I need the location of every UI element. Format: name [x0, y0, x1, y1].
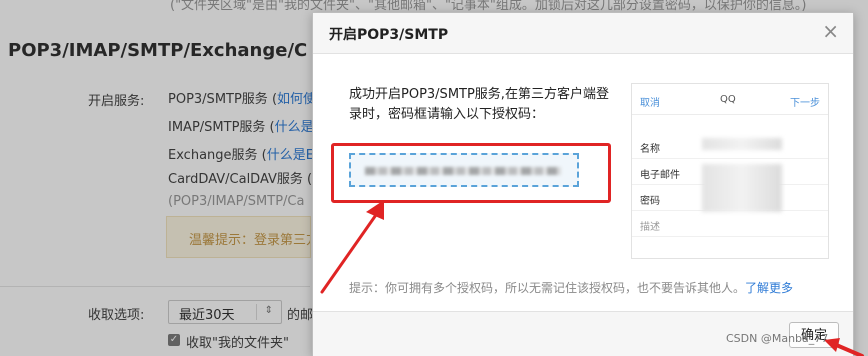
phone-preview-header: 取消 QQ 下一步 — [632, 84, 828, 115]
phone-row-label: 电子邮件 — [640, 170, 680, 181]
phone-next-label: 下一步 — [790, 98, 820, 109]
phone-row-label: 密码 — [640, 196, 660, 207]
phone-email-redacted — [702, 164, 782, 212]
csdn-watermark: CSDN @Manba_77 — [726, 332, 829, 345]
auth-code-tip: 提示：你可拥有多个授权码，所以无需记住该授权码，也不要告诉其他人。了解更多 — [349, 279, 793, 296]
phone-name-redacted — [702, 138, 782, 150]
tip-text: 提示：你可拥有多个授权码，所以无需记住该授权码，也不要告诉其他人。 — [349, 281, 746, 295]
phone-row-label: 描述 — [640, 222, 660, 233]
learn-more-link[interactable]: 了解更多 — [745, 281, 793, 295]
pop3-smtp-dialog: 开启POP3/SMTP × 成功开启POP3/SMTP服务,在第三方客户端登录时… — [312, 12, 854, 356]
phone-row-label: 名称 — [640, 144, 660, 155]
auth-code-redacted — [365, 167, 561, 175]
dialog-title: 开启POP3/SMTP — [329, 27, 449, 43]
phone-title: QQ — [720, 94, 736, 105]
dialog-header: 开启POP3/SMTP × — [313, 13, 853, 54]
auth-code-field[interactable] — [349, 153, 579, 187]
success-message: 成功开启POP3/SMTP服务,在第三方客户端登录时，密码框请输入以下授权码： — [349, 87, 609, 122]
close-icon[interactable]: × — [822, 21, 839, 41]
phone-row-description: 描述 — [632, 210, 828, 237]
phone-preview: 取消 QQ 下一步 名称 电子邮件 密码 描述 — [631, 83, 829, 259]
phone-cancel-label: 取消 — [640, 98, 660, 109]
